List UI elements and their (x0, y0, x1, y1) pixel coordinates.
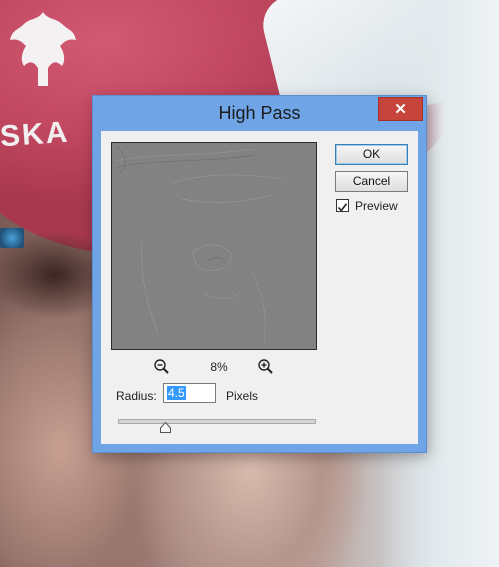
checkmark-icon (337, 203, 348, 212)
high-pass-preview-image (112, 143, 316, 349)
radius-input[interactable]: 4.5 (163, 383, 216, 403)
radius-label: Radius: (116, 389, 157, 403)
title-bar[interactable]: High Pass ✕ (93, 96, 426, 131)
eagle-emblem-icon (8, 6, 78, 94)
radius-slider-track[interactable] (118, 419, 316, 424)
preview-checkbox[interactable] (336, 199, 349, 212)
dialog-body: 8% Radius: 4.5 Pixels OK Cancel Preview (101, 131, 418, 444)
ok-button[interactable]: OK (335, 144, 408, 165)
radius-units-label: Pixels (226, 389, 259, 403)
preview-label: Preview (355, 199, 398, 213)
close-button[interactable]: ✕ (378, 97, 423, 121)
zoom-controls: 8% (111, 357, 317, 379)
close-icon: ✕ (394, 101, 407, 118)
cancel-button[interactable]: Cancel (335, 171, 408, 192)
radius-value: 4.5 (167, 386, 186, 400)
eye (0, 228, 24, 248)
zoom-in-icon[interactable] (257, 358, 275, 376)
radius-slider-thumb[interactable] (159, 420, 171, 433)
preview-window[interactable] (111, 142, 317, 350)
bandana-text: SKA (0, 115, 71, 154)
zoom-level: 8% (210, 360, 228, 374)
dialog-title: High Pass (218, 103, 301, 123)
zoom-out-icon[interactable] (153, 358, 171, 376)
high-pass-dialog: High Pass ✕ 8% Radius: 4.5 Pixels OK Can… (93, 96, 426, 452)
